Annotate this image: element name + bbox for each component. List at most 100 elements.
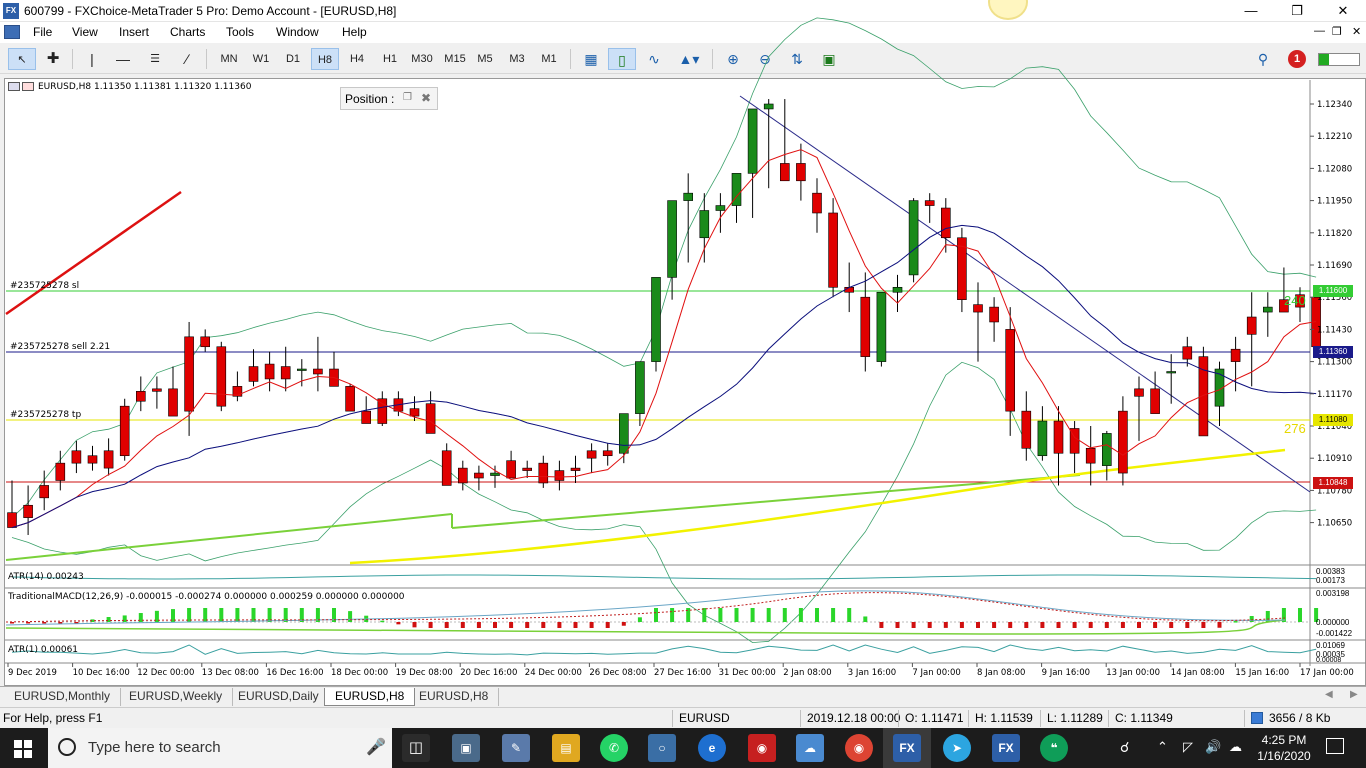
- macd-histogram-bar: [1185, 622, 1190, 628]
- macd-histogram-bar: [573, 622, 578, 628]
- candle-body: [779, 163, 790, 182]
- taskbar-date[interactable]: 1/16/2020: [1256, 749, 1312, 763]
- position-floating-window[interactable]: Position : ❐ ✖: [340, 87, 438, 110]
- task-view-icon[interactable]: ◫: [402, 734, 430, 762]
- status-separator: [1244, 710, 1245, 727]
- macd-histogram-bar: [58, 622, 63, 624]
- time-tick-label: 13 Dec 08:00: [202, 668, 259, 678]
- tab-scroll-left-icon[interactable]: ◀: [1325, 689, 1333, 700]
- candle-body: [71, 450, 82, 464]
- macd-histogram-bar: [1088, 622, 1093, 628]
- candle-body: [538, 462, 549, 484]
- chat-app-icon[interactable]: ☁: [796, 734, 824, 762]
- time-axis: 9 Dec 2019 10 Dec 16:00 12 Dec 00:00 13 Dec…: [7, 663, 1354, 678]
- candle-body: [892, 286, 903, 293]
- macd-tick-bottom: -0.001422: [1316, 629, 1353, 638]
- file-explorer-icon[interactable]: ▤: [552, 734, 580, 762]
- candle-body: [474, 472, 484, 479]
- restore-icon[interactable]: ❐: [403, 92, 412, 103]
- sl-price-box: 1.11600: [1313, 285, 1353, 297]
- tab-eurusd-monthly[interactable]: EURUSD,Monthly: [4, 688, 122, 706]
- tab-eurusd-h8[interactable]: EURUSD,H8: [409, 688, 500, 706]
- metatrader-taskbar-icon[interactable]: FX: [893, 734, 921, 762]
- internet-explorer-icon[interactable]: e: [698, 734, 726, 762]
- macd-histogram-bar: [895, 622, 900, 628]
- candle-body: [457, 467, 468, 484]
- price-chart-svg[interactable]: 1.12340 1.12210 1.12080 1.11950 1.11820 1.116…: [0, 0, 1366, 768]
- show-hidden-icons-icon[interactable]: ⌃: [1157, 739, 1168, 755]
- time-tick-label: 3 Jan 16:00: [848, 668, 896, 678]
- time-tick-label: 10 Dec 16:00: [73, 668, 130, 678]
- tab-eurusd-daily[interactable]: EURUSD,Daily: [228, 688, 330, 706]
- position-window-label: Position :: [345, 92, 395, 106]
- candle-body: [1182, 346, 1193, 360]
- candle-body: [940, 207, 951, 239]
- metatrader-second-taskbar-icon[interactable]: FX: [992, 734, 1020, 762]
- tab-eurusd-weekly[interactable]: EURUSD,Weekly: [119, 688, 234, 706]
- candle-body: [1134, 388, 1144, 397]
- close-icon[interactable]: ✖: [421, 91, 431, 105]
- time-tick-label: 13 Jan 00:00: [1106, 668, 1160, 678]
- recorder-app-icon[interactable]: ◉: [748, 734, 776, 762]
- chart-header: EURUSD,H8 1.11350 1.11381 1.11320 1.1136…: [8, 82, 251, 92]
- time-tick-label: 19 Dec 08:00: [396, 668, 453, 678]
- macd-histogram-bar: [927, 622, 932, 628]
- macd-tick-top: 0.003198: [1316, 589, 1350, 598]
- atr14-tick-bottom: 0.00173: [1316, 576, 1345, 585]
- macd-histogram-bar: [525, 622, 530, 628]
- candle-body: [216, 346, 227, 407]
- candle-body: [361, 410, 372, 424]
- network-app-icon[interactable]: ○: [648, 734, 676, 762]
- chart-tabs: EURUSD,Monthly EURUSD,Weekly EURUSD,Dail…: [0, 686, 1366, 706]
- candle-body: [490, 472, 500, 476]
- candle-body: [860, 296, 871, 357]
- macd-histogram-bar: [380, 620, 385, 623]
- status-separator: [672, 710, 673, 727]
- status-open: O: 1.11471: [905, 711, 964, 725]
- time-tick-label: 2 Jan 08:00: [783, 668, 831, 678]
- sell-order-label: #235725278 sell 2.21: [10, 342, 111, 352]
- candle-body: [200, 336, 210, 348]
- status-separator: [898, 710, 899, 727]
- candle-body: [1230, 348, 1241, 362]
- time-tick-label: 26 Dec 08:00: [589, 668, 646, 678]
- action-center-icon[interactable]: [1326, 738, 1344, 754]
- microphone-icon[interactable]: 🎤: [366, 737, 386, 757]
- macd-histogram-bar: [412, 622, 417, 628]
- macd-histogram-bar: [1024, 622, 1029, 628]
- time-tick-label: 18 Dec 00:00: [331, 668, 388, 678]
- people-icon[interactable]: ☌: [1120, 739, 1129, 756]
- taskbar-time[interactable]: 4:25 PM: [1256, 733, 1312, 747]
- price-tick-label: 1.12080: [1317, 164, 1352, 174]
- telegram-icon[interactable]: ➤: [943, 734, 971, 762]
- candle-body: [1166, 371, 1176, 374]
- time-tick-label: 9 Jan 16:00: [1042, 668, 1090, 678]
- photos-app-icon[interactable]: ▣: [452, 734, 480, 762]
- macd-histogram-bar: [605, 622, 610, 628]
- macd-histogram-bar: [911, 622, 916, 628]
- price-tick-label: 1.12210: [1317, 132, 1352, 142]
- status-traffic: 3656 / 8 Kb: [1269, 711, 1331, 725]
- whatsapp-icon[interactable]: ✆: [600, 734, 628, 762]
- macd-histogram-bar: [1120, 622, 1125, 628]
- candle-body: [1246, 316, 1257, 335]
- battery-icon[interactable]: ☁: [1229, 739, 1242, 755]
- candle-body: [618, 413, 629, 454]
- macd-tick-zero: 0.000000: [1316, 618, 1350, 627]
- taskbar-search-box[interactable]: Type here to search 🎤: [48, 728, 392, 768]
- macd-histogram-bar: [1104, 622, 1109, 628]
- paint-app-icon[interactable]: ✎: [502, 734, 530, 762]
- volume-icon[interactable]: 🔊: [1205, 739, 1221, 755]
- sl-order-label: #235725278 sl: [10, 281, 80, 291]
- candle-body: [506, 460, 516, 479]
- chrome-icon[interactable]: ◉: [845, 734, 873, 762]
- tab-scroll-right-icon[interactable]: ▶: [1350, 689, 1358, 700]
- windows-start-icon[interactable]: [14, 740, 32, 758]
- tab-eurusd-h8-active[interactable]: EURUSD,H8: [324, 688, 416, 706]
- hangouts-icon[interactable]: ❝: [1040, 734, 1068, 762]
- chart-menu-icon[interactable]: [8, 82, 20, 91]
- time-tick-label: 31 Dec 00:00: [719, 668, 776, 678]
- candle-body: [1037, 420, 1048, 457]
- candle-body: [908, 200, 919, 276]
- wifi-icon[interactable]: ◸: [1183, 739, 1193, 755]
